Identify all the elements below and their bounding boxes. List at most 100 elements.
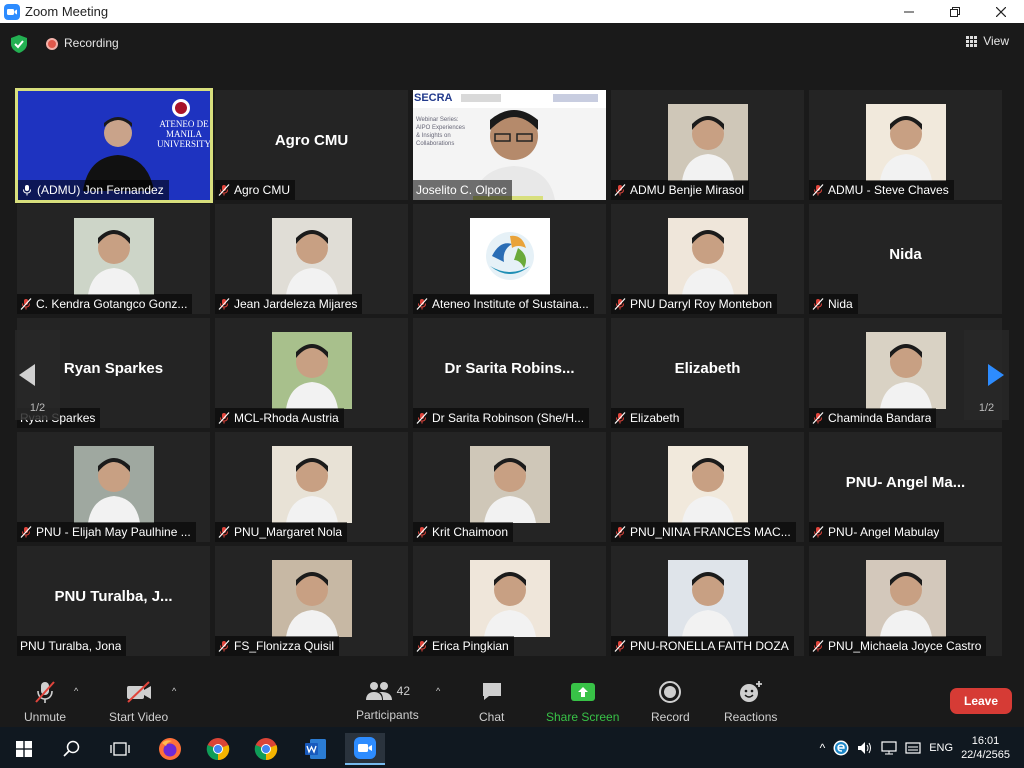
chrome-icon bbox=[206, 738, 230, 761]
reactions-button[interactable]: Reactions bbox=[724, 680, 777, 724]
grid-view-icon bbox=[966, 35, 978, 47]
participant-name-text: Krit Chaimoon bbox=[432, 525, 509, 539]
share-screen-button[interactable]: Share Screen bbox=[546, 680, 619, 724]
participants-button[interactable]: 42 Participants bbox=[356, 680, 419, 722]
participant-tile[interactable]: Ateneo Institute of Sustaina... bbox=[413, 204, 606, 314]
participant-name-label: MCL-Rhoda Austria bbox=[215, 408, 344, 428]
window-titlebar: Zoom Meeting bbox=[0, 0, 1024, 23]
participant-tile[interactable]: Jean Jardeleza Mijares bbox=[215, 204, 408, 314]
mic-off-icon bbox=[416, 298, 428, 310]
participant-name-label: Jean Jardeleza Mijares bbox=[215, 294, 363, 314]
participant-tile[interactable]: PNU Darryl Roy Montebon bbox=[611, 204, 804, 314]
word-icon bbox=[305, 739, 326, 759]
close-button[interactable] bbox=[978, 0, 1024, 23]
view-button[interactable]: View bbox=[966, 34, 1009, 48]
mic-off-icon bbox=[416, 640, 428, 652]
participants-count: 42 bbox=[396, 684, 411, 698]
participant-tile[interactable]: ADMU Benjie Mirasol bbox=[611, 90, 804, 200]
taskbar-firefox[interactable] bbox=[150, 733, 190, 765]
participant-tile[interactable]: Dr Sarita Robins... Dr Sarita Robinson (S… bbox=[413, 318, 606, 428]
participant-photo bbox=[865, 332, 946, 409]
participant-display-name: Elizabeth bbox=[674, 360, 741, 377]
taskbar-clock[interactable]: 16:01 22/4/2565 bbox=[961, 734, 1010, 762]
mic-off-icon bbox=[20, 526, 32, 538]
leave-button[interactable]: Leave bbox=[950, 688, 1012, 714]
taskbar-chrome-2[interactable] bbox=[246, 733, 286, 765]
participants-options-chevron-icon[interactable]: ^ bbox=[436, 686, 440, 696]
participant-name-label: Chaminda Bandara bbox=[809, 408, 937, 428]
next-page-button[interactable]: 1/2 bbox=[964, 330, 1009, 420]
participant-tile[interactable]: ATENEO DE MANILA UNIVERSITY (ADMU) Jon Fe… bbox=[15, 88, 213, 203]
record-button[interactable]: Record bbox=[651, 680, 690, 724]
clock-time: 16:01 bbox=[971, 734, 1000, 747]
participant-name-text: MCL-Rhoda Austria bbox=[234, 411, 339, 425]
start-video-label: Start Video bbox=[109, 710, 169, 724]
participant-display-name: Nida bbox=[889, 246, 922, 263]
taskbar-word[interactable] bbox=[296, 733, 336, 765]
participant-name-text: Ateneo Institute of Sustaina... bbox=[432, 297, 589, 311]
participant-name-text: (ADMU) Jon Fernandez bbox=[37, 183, 164, 197]
mic-muted-icon bbox=[35, 681, 55, 703]
windows-taskbar: ^ ENG 16:01 22/4/2565 bbox=[0, 727, 1024, 768]
participant-tile[interactable]: Krit Chaimoon bbox=[413, 432, 606, 542]
participant-tile[interactable]: PNU - Elijah May Paulhine ... bbox=[17, 432, 210, 542]
previous-page-button[interactable]: 1/2 bbox=[15, 330, 60, 420]
start-video-button[interactable]: Start Video bbox=[109, 680, 168, 724]
participant-photo bbox=[667, 218, 748, 295]
participant-name-text: PNU_Margaret Nola bbox=[234, 525, 343, 539]
participant-name-label: PNU - Elijah May Paulhine ... bbox=[17, 522, 196, 542]
mic-off-icon bbox=[218, 184, 230, 196]
participant-name-label: PNU-RONELLA FAITH DOZA bbox=[611, 636, 794, 656]
participant-tile[interactable]: Elizabeth Elizabeth bbox=[611, 318, 804, 428]
edge-tray-icon[interactable] bbox=[833, 740, 849, 756]
task-view-button[interactable] bbox=[100, 733, 140, 765]
participant-tile[interactable]: Nida Nida bbox=[809, 204, 1002, 314]
mic-off-icon bbox=[416, 412, 428, 424]
minimize-button[interactable] bbox=[886, 0, 932, 23]
secra-logo-text: SECRA bbox=[414, 92, 453, 104]
raised-hand-icon bbox=[23, 185, 31, 196]
participant-tile[interactable]: MCL-Rhoda Austria bbox=[215, 318, 408, 428]
participant-tile[interactable]: FS_Flonizza Quisil bbox=[215, 546, 408, 656]
participant-tile[interactable]: PNU- Angel Ma... PNU- Angel Mabulay bbox=[809, 432, 1002, 542]
participant-name-label: Agro CMU bbox=[215, 180, 296, 200]
search-button[interactable] bbox=[52, 733, 92, 765]
participant-tile[interactable]: PNU_Margaret Nola bbox=[215, 432, 408, 542]
restore-button[interactable] bbox=[932, 0, 978, 23]
chat-label: Chat bbox=[479, 710, 505, 724]
notification-keyboard-icon[interactable] bbox=[905, 740, 921, 756]
start-button[interactable] bbox=[4, 733, 44, 765]
firefox-icon bbox=[159, 738, 181, 760]
unmute-button[interactable]: Unmute bbox=[24, 680, 66, 724]
participant-name-label: ADMU Benjie Mirasol bbox=[611, 180, 750, 200]
video-options-chevron-icon[interactable]: ^ bbox=[172, 686, 176, 696]
participant-tile[interactable]: PNU-RONELLA FAITH DOZA bbox=[611, 546, 804, 656]
chat-button[interactable]: Chat bbox=[479, 680, 504, 724]
participant-tile[interactable]: ADMU - Steve Chaves bbox=[809, 90, 1002, 200]
participant-name-text: PNU- Angel Mabulay bbox=[828, 525, 940, 539]
audio-options-chevron-icon[interactable]: ^ bbox=[74, 686, 78, 696]
university-logo-text: ATENEO DE MANILA UNIVERSITY bbox=[157, 119, 211, 149]
language-indicator[interactable]: ENG bbox=[929, 742, 953, 754]
participant-tile[interactable]: C. Kendra Gotangco Gonz... bbox=[17, 204, 210, 314]
institute-logo bbox=[469, 218, 550, 295]
participant-tile[interactable]: PNU Turalba, J... PNU Turalba, Jona bbox=[17, 546, 210, 656]
page-indicator-right: 1/2 bbox=[978, 402, 995, 414]
taskbar-zoom[interactable] bbox=[345, 733, 385, 765]
tray-expand-chevron-icon[interactable]: ^ bbox=[820, 741, 826, 755]
participant-name-text: Chaminda Bandara bbox=[828, 411, 932, 425]
participant-tile[interactable]: Erica Pingkian bbox=[413, 546, 606, 656]
participant-tile[interactable]: SECRA Webinar Series: AIPO Experiences & … bbox=[413, 90, 606, 200]
participant-tile[interactable]: PNU_NINA FRANCES MAC... bbox=[611, 432, 804, 542]
participant-tile[interactable]: Agro CMU Agro CMU bbox=[215, 90, 408, 200]
security-shield-icon[interactable] bbox=[11, 35, 27, 53]
network-icon[interactable] bbox=[881, 740, 897, 756]
taskbar-chrome-1[interactable] bbox=[198, 733, 238, 765]
volume-icon[interactable] bbox=[857, 740, 873, 756]
participants-label: Participants bbox=[356, 708, 419, 722]
participant-name-label: PNU_Michaela Joyce Castro bbox=[809, 636, 987, 656]
participant-name-text: C. Kendra Gotangco Gonz... bbox=[36, 297, 188, 311]
participant-tile[interactable]: PNU_Michaela Joyce Castro bbox=[809, 546, 1002, 656]
participant-photo bbox=[271, 218, 352, 295]
record-icon bbox=[659, 681, 682, 703]
